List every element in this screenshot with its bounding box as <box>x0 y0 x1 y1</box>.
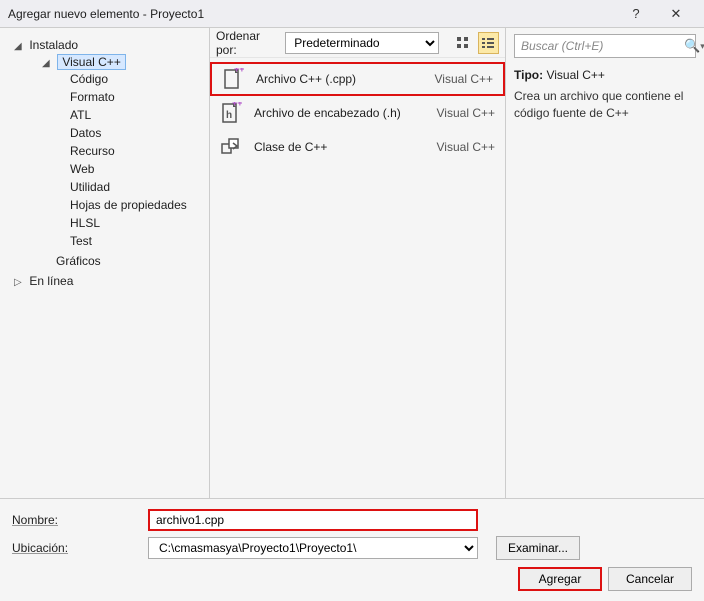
view-list-button[interactable] <box>478 32 499 54</box>
tree-label: Visual C++ <box>57 54 125 70</box>
help-button[interactable]: ? <box>616 6 656 21</box>
chevron-down-icon: ▾ <box>700 41 704 52</box>
location-select[interactable]: C:\cmasmasya\Proyecto1\Proyecto1\ <box>148 537 478 559</box>
chevron-right-icon: ▷ <box>14 277 26 288</box>
tree-node[interactable]: Hojas de propiedades <box>70 196 209 214</box>
cancel-button[interactable]: Cancelar <box>608 567 692 591</box>
template-name: Archivo de encabezado (.h) <box>254 106 425 120</box>
category-sidebar: ◢ Instalado ◢ Visual C++ CódigoFormatoAT… <box>0 28 210 498</box>
list-icon <box>481 36 495 50</box>
details-type: Tipo: Visual C++ <box>514 68 696 82</box>
sort-row: Ordenar por: Predeterminado <box>210 28 505 58</box>
search-box[interactable]: 🔍 ▾ <box>514 34 696 58</box>
name-label: Nombre: <box>12 513 142 527</box>
tree-root-installed[interactable]: ◢ Instalado ◢ Visual C++ CódigoFormatoAT… <box>0 36 209 272</box>
chevron-down-icon: ◢ <box>42 58 54 69</box>
window-title: Agregar nuevo elemento - Proyecto1 <box>8 7 616 21</box>
tree-label: Gráficos <box>56 254 101 268</box>
cpp-class-icon <box>220 136 242 158</box>
template-name: Clase de C++ <box>254 140 425 154</box>
template-name: Archivo C++ (.cpp) <box>256 72 423 86</box>
template-pane: Ordenar por: Predeterminado ++ Archivo C+… <box>210 28 506 498</box>
type-label: Tipo: <box>514 68 543 82</box>
tree-node[interactable]: Datos <box>70 124 209 142</box>
tree-node[interactable]: Test <box>70 232 209 250</box>
template-item[interactable]: ++ Archivo C++ (.cpp) Visual C++ <box>210 62 505 96</box>
svg-text:++: ++ <box>234 68 244 74</box>
name-input[interactable] <box>148 509 478 531</box>
tree-node[interactable]: Formato <box>70 88 209 106</box>
main-area: ◢ Instalado ◢ Visual C++ CódigoFormatoAT… <box>0 28 704 498</box>
tree-node[interactable]: Código <box>70 70 209 88</box>
tree-node[interactable]: HLSL <box>70 214 209 232</box>
tree-node-graficos[interactable]: Gráficos <box>42 252 209 270</box>
view-grid-button[interactable] <box>453 32 474 54</box>
grid-icon <box>456 36 470 50</box>
tree-node[interactable]: Recurso <box>70 142 209 160</box>
location-label: Ubicación: <box>12 541 142 555</box>
sort-select[interactable]: Predeterminado <box>285 32 439 54</box>
template-lang: Visual C++ <box>437 106 495 120</box>
template-item[interactable]: Clase de C++ Visual C++ <box>210 130 505 164</box>
tree-node[interactable]: Web <box>70 160 209 178</box>
chevron-down-icon: ◢ <box>14 41 26 52</box>
template-lang: Visual C++ <box>437 140 495 154</box>
template-lang: Visual C++ <box>435 72 493 86</box>
tree-label: Instalado <box>29 38 78 52</box>
details-description: Crea un archivo que contiene el código f… <box>514 88 696 122</box>
template-item[interactable]: h++ Archivo de encabezado (.h) Visual C++ <box>210 96 505 130</box>
details-pane: 🔍 ▾ Tipo: Visual C++ Crea un archivo que… <box>506 28 704 498</box>
tree-node[interactable]: ATL <box>70 106 209 124</box>
tree-label: En línea <box>29 274 73 288</box>
svg-text:++: ++ <box>232 102 242 108</box>
add-button[interactable]: Agregar <box>518 567 602 591</box>
h-file-icon: h++ <box>220 102 242 124</box>
search-input[interactable] <box>515 39 684 53</box>
tree-root-online[interactable]: ▷ En línea <box>0 272 209 290</box>
tree-node-visualcpp[interactable]: ◢ Visual C++ CódigoFormatoATLDatosRecurs… <box>42 52 209 252</box>
svg-text:h: h <box>226 110 232 121</box>
search-icon: 🔍 <box>684 38 700 54</box>
sort-label: Ordenar por: <box>216 29 281 57</box>
close-button[interactable]: ✕ <box>656 6 696 22</box>
title-bar: Agregar nuevo elemento - Proyecto1 ? ✕ <box>0 0 704 28</box>
template-list: ++Archivo C++ (.cpp)Visual C++h++Archivo… <box>210 58 505 168</box>
browse-button[interactable]: Examinar... <box>496 536 580 560</box>
bottom-form: Nombre: Ubicación: C:\cmasmasya\Proyecto… <box>0 498 704 601</box>
tree-node[interactable]: Utilidad <box>70 178 209 196</box>
type-value: Visual C++ <box>546 68 604 82</box>
cpp-file-icon: ++ <box>222 68 244 90</box>
